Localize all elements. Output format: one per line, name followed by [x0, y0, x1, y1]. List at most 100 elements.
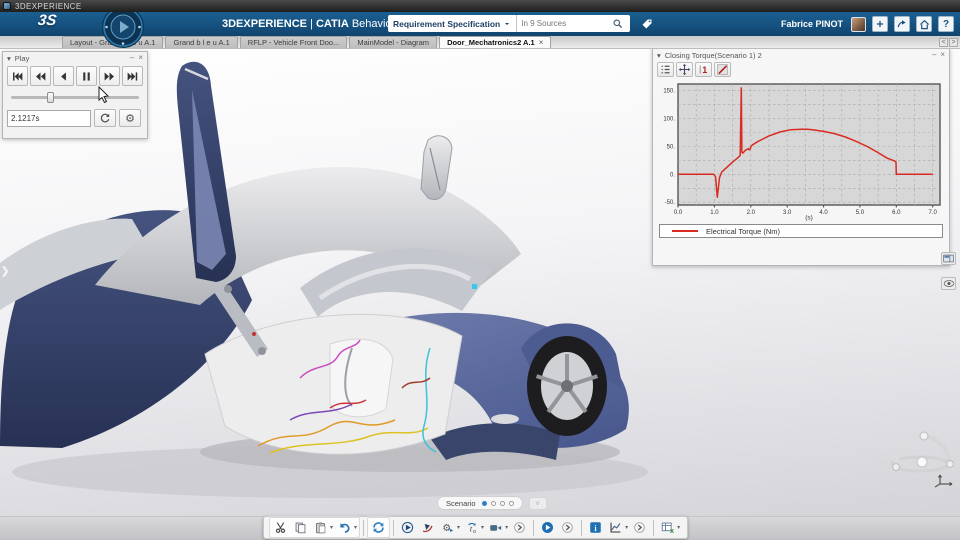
dropdown-caret-icon[interactable]: ▾: [677, 524, 680, 531]
excel-button[interactable]: x▾: [659, 519, 680, 536]
paste-button[interactable]: ▾: [312, 519, 333, 536]
tab-label: MainModel - Diagram: [357, 38, 429, 47]
svg-text:-50.: -50.: [665, 200, 676, 206]
scenario-pill[interactable]: Scenario: [437, 496, 523, 510]
scenario-dot-0[interactable]: [482, 501, 487, 506]
svg-text:1.0: 1.0: [710, 210, 719, 216]
share-button[interactable]: [894, 16, 910, 32]
scenario-dot-1[interactable]: [491, 501, 496, 506]
legend-line-sample: [672, 230, 698, 232]
expand-left-panel-button[interactable]: ❯: [1, 264, 13, 278]
pen-icon: [716, 63, 729, 76]
step-back-button[interactable]: [53, 66, 74, 86]
close-icon[interactable]: ×: [138, 54, 143, 62]
tab-scroll-right-button[interactable]: >: [949, 38, 958, 47]
scenario-dot-3[interactable]: [509, 501, 514, 506]
home-button[interactable]: [916, 16, 932, 32]
tab-scroll-left-button[interactable]: <: [939, 38, 948, 47]
minimize-icon[interactable]: ‒: [130, 54, 134, 62]
tab-3[interactable]: MainModel - Diagram: [349, 36, 437, 48]
gear-run-button[interactable]: ⚙▾: [439, 519, 460, 536]
chart-button[interactable]: ▾: [607, 519, 628, 536]
skip-start-button[interactable]: [7, 66, 28, 86]
slider-handle[interactable]: [47, 92, 54, 103]
fit-tool-button[interactable]: [676, 62, 693, 77]
tab-4[interactable]: Door_Mechatronics2 A.1×: [439, 36, 551, 48]
side-panel-button[interactable]: [941, 252, 956, 265]
help-button[interactable]: ?: [938, 16, 954, 32]
camera-button[interactable]: ▾: [487, 519, 508, 536]
skip-end-button[interactable]: [122, 66, 143, 86]
undo-button[interactable]: ▾: [336, 519, 357, 536]
question-mark-icon: ?: [943, 19, 949, 30]
list-tool-button[interactable]: [657, 62, 674, 77]
dropdown-caret-icon[interactable]: ▾: [330, 524, 333, 531]
tab-1[interactable]: Grand b l e u A.1: [165, 36, 237, 48]
settings-button[interactable]: ⚙: [119, 109, 141, 127]
info-button[interactable]: i: [587, 519, 604, 536]
fast-forward-button[interactable]: [99, 66, 120, 86]
collapse-icon[interactable]: ▾: [657, 51, 661, 60]
close-icon[interactable]: ×: [940, 51, 945, 59]
play-circle-icon: [541, 521, 554, 534]
svg-text:x: x: [670, 526, 674, 534]
timeline-slider-row: [3, 88, 147, 103]
chevron-circle-button[interactable]: [511, 519, 528, 536]
scenario-expand-button[interactable]: ˅: [529, 497, 547, 510]
dropdown-caret-icon[interactable]: ▾: [457, 524, 460, 531]
minimize-icon[interactable]: ‒: [932, 51, 936, 59]
search-scope-label: Requirement Specification: [393, 19, 500, 29]
fast-forward-icon: [103, 70, 116, 83]
chart-plot-area: 0.01.02.03.04.05.06.07.0-50.0.50.100.150…: [653, 79, 949, 221]
time-input[interactable]: [7, 110, 91, 127]
visibility-button[interactable]: [941, 277, 956, 290]
cut-icon: [274, 521, 287, 534]
chevron-circle-icon: [633, 521, 646, 534]
toolbar-group: [537, 518, 578, 537]
scenario-dot-2[interactable]: [500, 501, 505, 506]
tag-button[interactable]: [638, 15, 656, 32]
copy-button[interactable]: [292, 519, 309, 536]
cut-button[interactable]: [272, 519, 289, 536]
chevron-circle-button[interactable]: [631, 519, 648, 536]
window-titlebar: 3DEXPERIENCE: [0, 0, 960, 12]
refresh-button[interactable]: [370, 519, 387, 536]
play-circle-button[interactable]: [539, 519, 556, 536]
marker-1-tool-button[interactable]: 1: [695, 62, 712, 77]
app-icon: [3, 2, 11, 10]
collapse-icon[interactable]: ▾: [7, 54, 11, 63]
pause-button[interactable]: [76, 66, 97, 86]
pause-icon: [80, 70, 93, 83]
sim-play-button[interactable]: [399, 519, 416, 536]
undo-icon: [338, 521, 351, 534]
play-panel-header[interactable]: ▾ Play ‒ ×: [3, 52, 147, 64]
skip-start-icon: [11, 70, 24, 83]
add-content-button[interactable]: [872, 16, 888, 32]
tab-2[interactable]: RFLP - Vehicle Front Doo...: [240, 36, 348, 48]
user-avatar[interactable]: [851, 17, 866, 32]
dropdown-caret-icon[interactable]: ▾: [481, 524, 484, 531]
svg-text:1: 1: [702, 65, 707, 75]
dassault-3ds-logo: 3S: [37, 12, 58, 29]
dropdown-caret-icon[interactable]: ▾: [354, 524, 357, 531]
chevron-circle-button[interactable]: [559, 519, 576, 536]
search-button[interactable]: [604, 15, 630, 32]
view-compass[interactable]: [888, 430, 960, 488]
tab-close-icon[interactable]: ×: [539, 38, 544, 47]
toolbar-group: [367, 517, 390, 538]
pen-tool-button[interactable]: [714, 62, 731, 77]
search-scope-dropdown[interactable]: Requirement Specification: [388, 15, 516, 32]
dropdown-caret-icon[interactable]: ▾: [505, 524, 508, 531]
t-zero-button[interactable]: t0▾: [463, 519, 484, 536]
sim-record-button[interactable]: [419, 519, 436, 536]
app-name: CATIA: [316, 18, 349, 30]
chevron-down-icon: ˅: [535, 499, 540, 508]
timeline-slider[interactable]: [11, 96, 139, 99]
rewind-button[interactable]: [30, 66, 51, 86]
user-name[interactable]: Fabrice PINOT: [781, 19, 843, 29]
reset-button[interactable]: [94, 109, 116, 127]
chart-panel-header[interactable]: ▾ Closing Torque(Scenario 1) 2 ‒ ×: [653, 49, 949, 61]
dropdown-caret-icon[interactable]: ▾: [625, 524, 628, 531]
search-input[interactable]: [516, 15, 604, 32]
time-row: ⚙: [3, 103, 147, 127]
